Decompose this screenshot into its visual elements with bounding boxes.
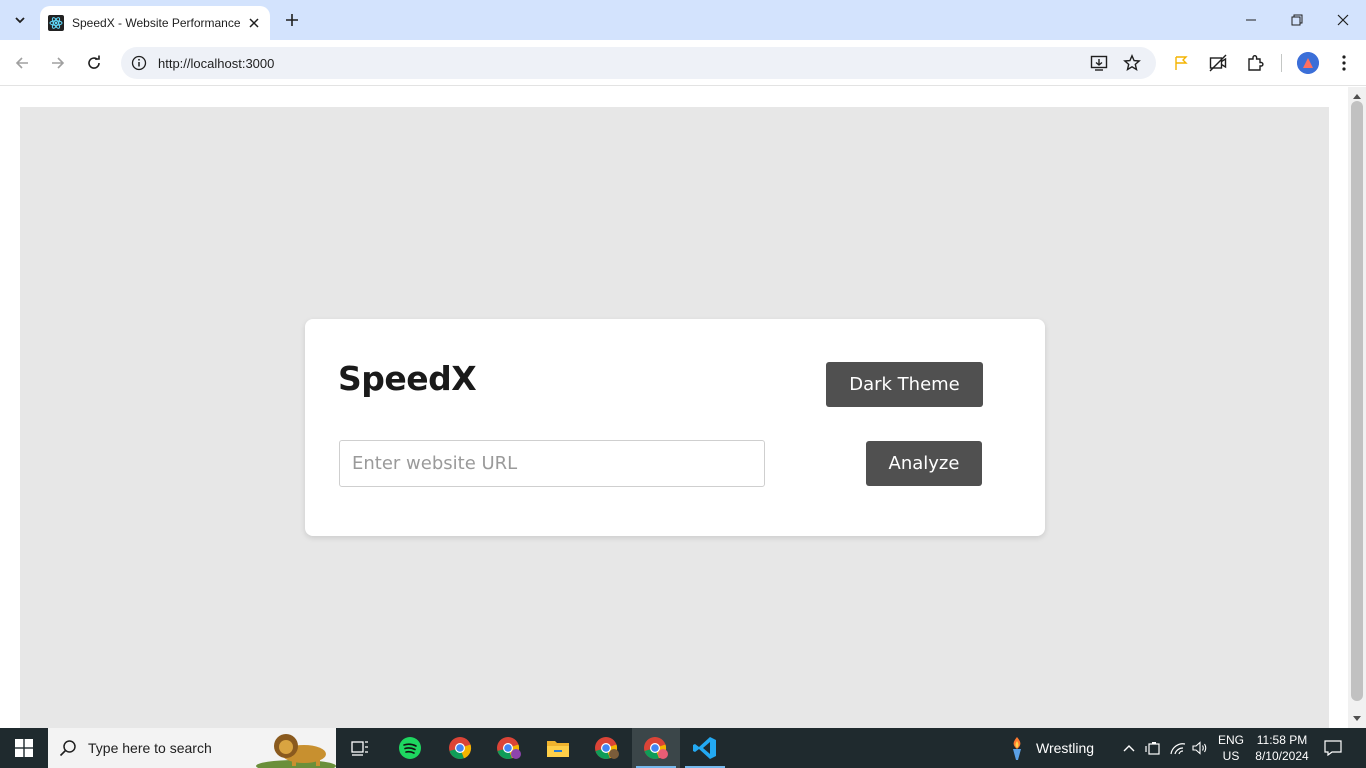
search-icon	[59, 740, 76, 757]
folder-icon	[547, 741, 569, 757]
plus-icon	[286, 14, 298, 26]
system-clock[interactable]: 11:58 PM 8/10/2024	[1252, 732, 1312, 764]
address-bar[interactable]: http://localhost:3000	[121, 47, 1156, 79]
language-code: ENG	[1217, 733, 1244, 747]
show-hidden-icons-button[interactable]	[1117, 728, 1141, 768]
tab-title: SpeedX - Website Performance	[72, 16, 240, 30]
network-tray-button[interactable]	[1166, 728, 1190, 768]
back-button[interactable]	[10, 51, 34, 75]
bookmark-button[interactable]	[1120, 51, 1144, 75]
dark-theme-button[interactable]: Dark Theme	[826, 362, 983, 407]
chrome-profile-icon	[644, 737, 668, 760]
caret-down-icon	[1353, 716, 1361, 721]
chrome-icon	[449, 737, 472, 760]
weather-widget[interactable]: Wrestling	[1006, 728, 1094, 768]
more-vertical-icon	[1342, 55, 1346, 71]
battery-tray-button[interactable]	[1141, 728, 1165, 768]
tab-close-button[interactable]	[246, 15, 262, 31]
page-viewport: SpeedX Dark Theme Analyze	[0, 87, 1348, 728]
notification-icon	[1324, 740, 1342, 756]
clock-time: 11:58 PM	[1256, 733, 1308, 747]
close-icon	[1337, 14, 1349, 26]
caret-up-icon	[1353, 94, 1361, 99]
react-favicon-icon	[48, 15, 64, 31]
reload-button[interactable]	[82, 51, 106, 75]
scroll-thumb[interactable]	[1351, 101, 1363, 701]
chrome-profile-2-app[interactable]	[583, 728, 631, 768]
restore-button[interactable]	[1274, 0, 1320, 40]
wifi-icon	[1170, 743, 1186, 755]
minimize-icon	[1246, 19, 1256, 21]
notification-center-button[interactable]	[1318, 728, 1348, 768]
browser-tab[interactable]: SpeedX - Website Performance	[40, 6, 270, 40]
analyze-button[interactable]: Analyze	[866, 441, 982, 486]
chrome-profile-icon	[497, 737, 521, 760]
vscode-icon	[693, 737, 716, 759]
browser-toolbar: http://localhost:3000	[0, 40, 1366, 86]
clock-date: 8/10/2024	[1255, 749, 1309, 763]
camera-off-button[interactable]	[1206, 51, 1230, 75]
chrome-app[interactable]	[436, 728, 484, 768]
search-icon-wrap	[48, 739, 88, 757]
extensions-button[interactable]	[1243, 51, 1267, 75]
close-window-button[interactable]	[1320, 0, 1366, 40]
search-highlight-lion-icon	[256, 734, 336, 768]
spotify-app[interactable]	[386, 728, 434, 768]
taskbar-search-placeholder: Type here to search	[88, 740, 212, 756]
profile-avatar[interactable]	[1297, 52, 1319, 74]
puzzle-icon	[1248, 55, 1264, 71]
forward-button[interactable]	[46, 51, 70, 75]
flag-icon	[1175, 56, 1188, 70]
minimize-button[interactable]	[1228, 0, 1274, 40]
reload-icon	[88, 55, 100, 69]
chrome-profile-app[interactable]	[485, 728, 533, 768]
page-scrollbar[interactable]	[1348, 87, 1366, 728]
restore-icon	[1291, 14, 1303, 26]
weather-text: Wrestling	[1036, 740, 1095, 756]
browser-tabstrip: SpeedX - Website Performance	[0, 0, 1366, 40]
brand-title: SpeedX	[338, 359, 477, 398]
battery-icon	[1145, 742, 1160, 755]
extension-flag-button[interactable]	[1169, 51, 1193, 75]
scroll-down-arrow[interactable]	[1352, 714, 1362, 724]
input-language[interactable]: ENG US	[1214, 732, 1248, 764]
start-button[interactable]	[0, 728, 48, 768]
volume-tray-button[interactable]	[1188, 728, 1212, 768]
chevron-up-icon	[1123, 745, 1135, 752]
spotify-icon	[399, 737, 421, 759]
windows-taskbar: Type here to search Wrestling ENG US 11:…	[0, 728, 1366, 768]
profile-avatar-icon	[1297, 52, 1319, 74]
info-icon	[131, 55, 147, 71]
torch-icon	[1013, 737, 1021, 760]
toolbar-divider	[1281, 54, 1282, 72]
tab-search-button[interactable]	[6, 8, 34, 32]
install-app-button[interactable]	[1087, 51, 1111, 75]
volume-icon	[1192, 741, 1207, 755]
task-view-icon	[351, 741, 368, 756]
vscode-app[interactable]	[681, 728, 729, 768]
chevron-down-icon	[15, 17, 25, 24]
site-info-button[interactable]	[124, 48, 154, 78]
close-icon	[249, 18, 259, 28]
camera-off-icon	[1209, 54, 1227, 72]
url-input[interactable]	[339, 440, 765, 487]
arrow-right-icon	[52, 57, 65, 69]
arrow-left-icon	[15, 57, 28, 69]
file-explorer-app[interactable]	[534, 728, 582, 768]
star-icon	[1123, 54, 1141, 71]
task-view-button[interactable]	[336, 728, 384, 768]
analyzer-card: SpeedX Dark Theme Analyze	[305, 319, 1045, 536]
region-code: US	[1222, 749, 1240, 763]
address-url: http://localhost:3000	[158, 55, 275, 71]
chrome-active-app[interactable]	[632, 728, 680, 768]
menu-button[interactable]	[1332, 51, 1356, 75]
scroll-up-arrow[interactable]	[1352, 91, 1362, 101]
new-tab-button[interactable]	[280, 8, 304, 32]
windows-logo-icon	[15, 739, 33, 757]
chrome-profile-icon	[595, 737, 619, 760]
install-icon	[1090, 55, 1108, 71]
